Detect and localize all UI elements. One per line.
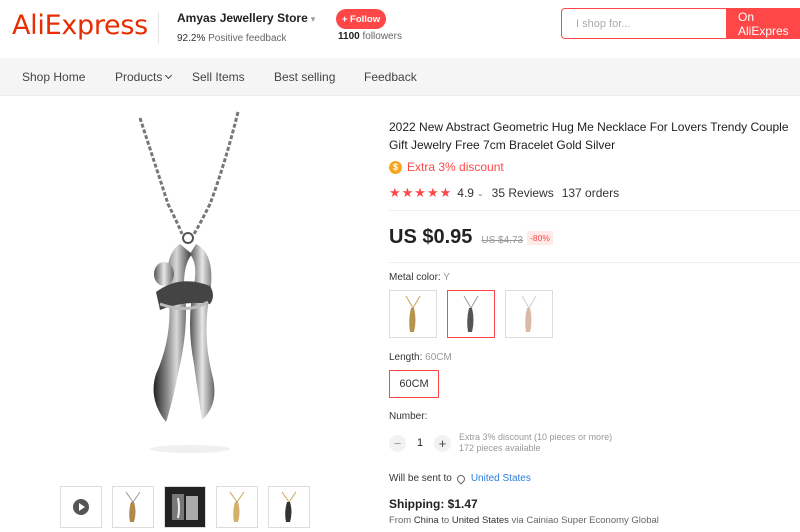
header-divider <box>158 12 159 44</box>
increase-quantity-button[interactable]: + <box>434 434 451 452</box>
metal-color-value: Y <box>443 272 450 283</box>
decrease-quantity-button[interactable]: − <box>389 434 406 452</box>
feedback-text: Positive feedback <box>208 33 287 44</box>
extra-discount-label: Extra 3% discount <box>407 160 504 174</box>
follow-button[interactable]: + Follow <box>336 9 386 29</box>
quantity-discount-text: Extra 3% discount (10 pieces or more) <box>459 432 613 442</box>
nav-best-selling[interactable]: Best selling <box>274 70 335 84</box>
necklace-icon <box>172 494 198 520</box>
metal-color-option-gold[interactable] <box>389 290 437 338</box>
chevron-down-icon[interactable]: ▾ <box>311 14 316 24</box>
thumbnail-5[interactable] <box>268 486 310 528</box>
length-option-60cm[interactable]: 60CM <box>389 370 439 398</box>
followers-number: 1100 <box>338 31 360 42</box>
metal-color-option-rose[interactable] <box>505 290 553 338</box>
shipping-route: From China to United States via Cainiao … <box>389 515 659 526</box>
coin-icon: $ <box>389 160 402 174</box>
quantity-value[interactable]: 1 <box>406 437 434 449</box>
ship-to-country[interactable]: United States <box>471 473 531 484</box>
ship-to-row: Will be sent to United States <box>389 472 531 485</box>
search-box <box>561 8 726 39</box>
positive-feedback: 92.2% Positive feedback <box>177 33 287 44</box>
length-value: 60CM <box>425 352 452 363</box>
extra-discount: $ Extra 3% discount <box>389 160 504 174</box>
necklace-icon <box>463 295 479 332</box>
store-name[interactable]: Amyas Jewellery Store ▾ <box>177 11 315 25</box>
route-to: United States <box>451 515 509 526</box>
location-pin-icon <box>455 472 467 485</box>
thumbnail-video[interactable] <box>60 486 102 528</box>
thumbnail-3[interactable] <box>164 486 206 528</box>
orders-count: 137 orders <box>561 186 620 200</box>
store-header: AliExpress Amyas Jewellery Store ▾ 92.2% … <box>0 0 800 58</box>
quantity-info: Extra 3% discount (10 pieces or more) 17… <box>459 432 612 454</box>
number-label: Number: <box>389 411 428 422</box>
feedback-percent: 92.2% <box>177 33 206 44</box>
nav-feedback[interactable]: Feedback <box>364 70 417 84</box>
nav-shop-home[interactable]: Shop Home <box>22 70 85 84</box>
divider <box>389 262 800 263</box>
followers-text: followers <box>362 31 402 42</box>
divider <box>389 210 800 211</box>
route-via: via Cainiao Super Economy Global <box>511 515 659 526</box>
route-from: China <box>413 515 439 526</box>
store-name-label[interactable]: Amyas Jewellery Store <box>177 11 308 25</box>
product-title: 2022 New Abstract Geometric Hug Me Neckl… <box>389 120 789 152</box>
original-price: US $4.73 <box>481 235 524 246</box>
followers-count: 1100 followers <box>338 31 402 42</box>
store-nav: Shop Home Products Sell Items Best selli… <box>0 58 800 96</box>
shipping-cost: Shipping: $1.47 <box>389 497 478 511</box>
chevron-down-icon[interactable] <box>165 71 173 80</box>
necklace-icon <box>405 295 421 332</box>
thumbnail-2[interactable] <box>112 486 154 528</box>
necklace-icon <box>281 491 297 522</box>
search-input[interactable] <box>562 9 726 38</box>
necklace-icon <box>229 491 245 522</box>
metal-color-option-silver[interactable] <box>447 290 495 338</box>
route-from-label: From <box>389 515 412 526</box>
search-aliexpress-button[interactable]: On AliExpres <box>726 8 800 39</box>
price-row: US $0.95 US $4.73 -80% <box>389 226 553 249</box>
reviews-link[interactable]: 35 Reviews <box>492 186 554 200</box>
aliexpress-logo[interactable]: AliExpress <box>12 10 148 41</box>
rating-value[interactable]: 4.9 <box>457 186 474 200</box>
necklace-icon <box>521 295 537 332</box>
product-main-image[interactable] <box>60 104 320 474</box>
length-label: Length: 60CM <box>389 352 452 363</box>
current-price: US $0.95 <box>389 226 473 248</box>
ship-to-label: Will be sent to <box>389 473 452 484</box>
necklace-image <box>138 111 240 453</box>
rating-row: ★★★★★ 4.9 ⌄ 35 Reviews 137 orders <box>389 185 619 201</box>
nav-products-label[interactable]: Products <box>115 70 162 84</box>
length-title: Length: <box>389 352 423 363</box>
metal-color-label: Metal color: Y <box>389 272 450 283</box>
thumbnail-4[interactable] <box>216 486 258 528</box>
nav-products[interactable]: Products <box>115 70 173 84</box>
star-rating-icon: ★★★★★ <box>389 185 453 200</box>
chevron-down-icon[interactable]: ⌄ <box>477 189 484 198</box>
pieces-available: 172 pieces available <box>459 443 541 453</box>
route-to-label: to <box>441 515 450 526</box>
quantity-stepper: − 1 + Extra 3% discount (10 pieces or mo… <box>389 432 612 454</box>
play-icon[interactable] <box>73 499 89 515</box>
necklace-icon <box>125 491 141 522</box>
discount-badge: -80% <box>527 231 553 245</box>
nav-sell-items[interactable]: Sell Items <box>192 70 245 84</box>
metal-color-title: Metal color: <box>389 272 441 283</box>
